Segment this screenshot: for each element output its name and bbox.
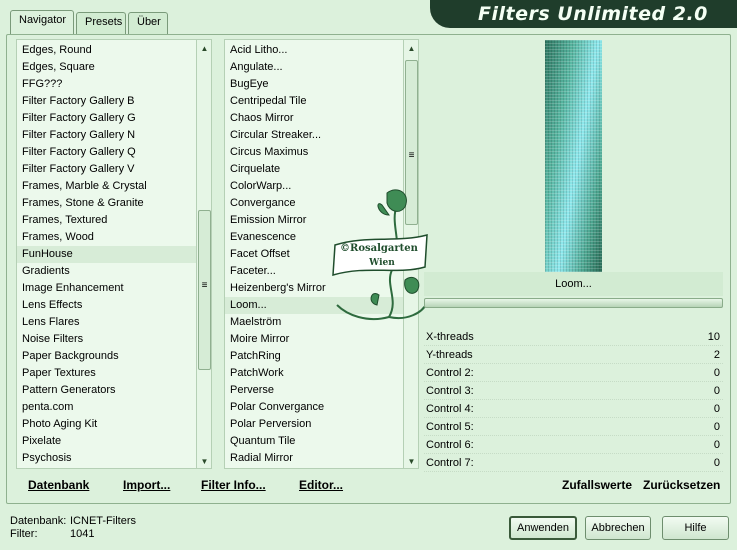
list-item[interactable]: Circular Streaker... [225,127,403,144]
parameter-row[interactable]: Control 3: 0 [424,382,723,400]
list-item[interactable]: Paper Backgrounds [17,348,197,365]
list-item[interactable]: BugEye [225,76,403,93]
scroll-down-icon[interactable]: ▼ [197,457,211,466]
parameter-label: X-threads [426,331,474,343]
list-item[interactable]: Radial Mirror [225,450,403,467]
scroll-thumb[interactable]: ≡ [198,210,211,370]
database-link[interactable]: Datenbank [28,478,89,492]
parameter-value: 0 [713,457,720,469]
list-item[interactable]: Circus Maximus [225,144,403,161]
filter-preview-image [545,40,602,272]
reset-button[interactable]: Zurücksetzen [643,478,720,492]
category-scrollbar[interactable]: ▲ ≡ ▼ [196,40,211,468]
parameter-row[interactable]: Control 2: 0 [424,364,723,382]
list-item[interactable]: Lens Flares [17,314,197,331]
selected-filter-name: Loom... [424,272,723,296]
category-list[interactable]: Edges, Round Edges, Square FFG??? Filter Fa… [16,39,212,469]
list-item[interactable]: Edges, Round [17,42,197,59]
parameter-value: 10 [707,331,720,343]
list-item[interactable]: Filter Factory Gallery B [17,93,197,110]
list-item[interactable]: Filter Factory Gallery V [17,161,197,178]
parameter-row[interactable]: X-threads 10 [424,328,723,346]
app-title: Filters Unlimited 2.0 [478,3,708,25]
status-database-label: Datenbank: [10,515,67,527]
list-item[interactable]: Pixelate [17,433,197,450]
cancel-button[interactable]: Abbrechen [585,516,651,540]
list-item[interactable]: Polar Perversion [225,416,403,433]
list-item[interactable]: Moire Mirror [225,331,403,348]
tab-presets[interactable]: Presets [76,12,126,34]
list-item[interactable]: penta.com [17,399,197,416]
parameter-value: 0 [713,439,720,451]
list-item[interactable]: Chaos Mirror [225,110,403,127]
list-item[interactable]: Filter Factory Gallery G [17,110,197,127]
list-item[interactable]: Image Enhancement [17,280,197,297]
watermark-emblem: ©Rosalgarten Wien [327,185,432,330]
list-item[interactable]: Frames, Textured [17,212,197,229]
list-item[interactable]: Perverse [225,382,403,399]
parameter-row[interactable]: Control 7: 0 [424,454,723,472]
parameter-value: 0 [713,403,720,415]
watermark-line2: Wien [368,258,395,268]
parameter-label: Control 5: [426,421,474,433]
import-link[interactable]: Import... [123,478,170,492]
list-item[interactable]: Psychosis [17,450,197,467]
list-item[interactable]: FFG??? [17,76,197,93]
tab-navigator[interactable]: Navigator [10,10,74,35]
list-item[interactable]: Angulate... [225,59,403,76]
list-item[interactable]: Quantum Tile [225,433,403,450]
apply-button[interactable]: Anwenden [509,516,577,540]
status-filter-value: 1041 [70,528,95,540]
random-values-button[interactable]: Zufallswerte [562,478,632,492]
list-item[interactable]: Acid Litho... [225,42,403,59]
list-item[interactable]: Noise Filters [17,331,197,348]
list-item[interactable]: Pattern Generators [17,382,197,399]
parameter-row[interactable]: Control 5: 0 [424,418,723,436]
list-item[interactable]: Lens Effects [17,297,197,314]
status-filter-label: Filter: [10,528,38,540]
help-button[interactable]: Hilfe [662,516,729,540]
list-item[interactable]: PatchWork [225,365,403,382]
scroll-up-icon[interactable]: ▲ [197,44,211,53]
parameter-row[interactable]: Control 6: 0 [424,436,723,454]
parameter-row[interactable]: Y-threads 2 [424,346,723,364]
preview-slider[interactable] [424,298,723,308]
list-item[interactable]: Cirquelate [225,161,403,178]
parameter-label: Control 2: [426,367,474,379]
watermark-line1: ©Rosalgarten [340,243,419,254]
editor-link[interactable]: Editor... [299,478,343,492]
list-item[interactable]: Filter Factory Gallery Q [17,144,197,161]
parameter-row[interactable]: Control 4: 0 [424,400,723,418]
parameter-label: Y-threads [426,349,473,361]
scroll-down-icon[interactable]: ▼ [404,457,418,466]
list-item[interactable]: PatchRing [225,348,403,365]
list-item[interactable]: Filter Factory Gallery N [17,127,197,144]
list-item[interactable]: Edges, Square [17,59,197,76]
list-item[interactable]: Polar Convergance [225,399,403,416]
parameter-label: Control 7: [426,457,474,469]
parameter-label: Control 6: [426,439,474,451]
list-item[interactable]: Paper Textures [17,365,197,382]
list-item[interactable]: Frames, Stone & Granite [17,195,197,212]
parameter-value: 0 [713,421,720,433]
list-item[interactable]: Gradients [17,263,197,280]
parameter-value: 2 [713,349,720,361]
list-item[interactable]: FunHouse [17,246,197,263]
parameter-label: Control 4: [426,403,474,415]
filter-info-link[interactable]: Filter Info... [201,478,266,492]
parameter-label: Control 3: [426,385,474,397]
list-item[interactable]: Centripedal Tile [225,93,403,110]
tab-uber[interactable]: Über [128,12,168,34]
list-item[interactable]: Frames, Marble & Crystal [17,178,197,195]
parameter-value: 0 [713,385,720,397]
list-item[interactable]: Frames, Wood [17,229,197,246]
scroll-up-icon[interactable]: ▲ [404,44,418,53]
parameter-value: 0 [713,367,720,379]
parameter-list: X-threads 10 Y-threads 2 Control 2: 0 Control … [424,328,723,472]
list-item[interactable]: Photo Aging Kit [17,416,197,433]
status-database-value: ICNET-Filters [70,515,136,527]
